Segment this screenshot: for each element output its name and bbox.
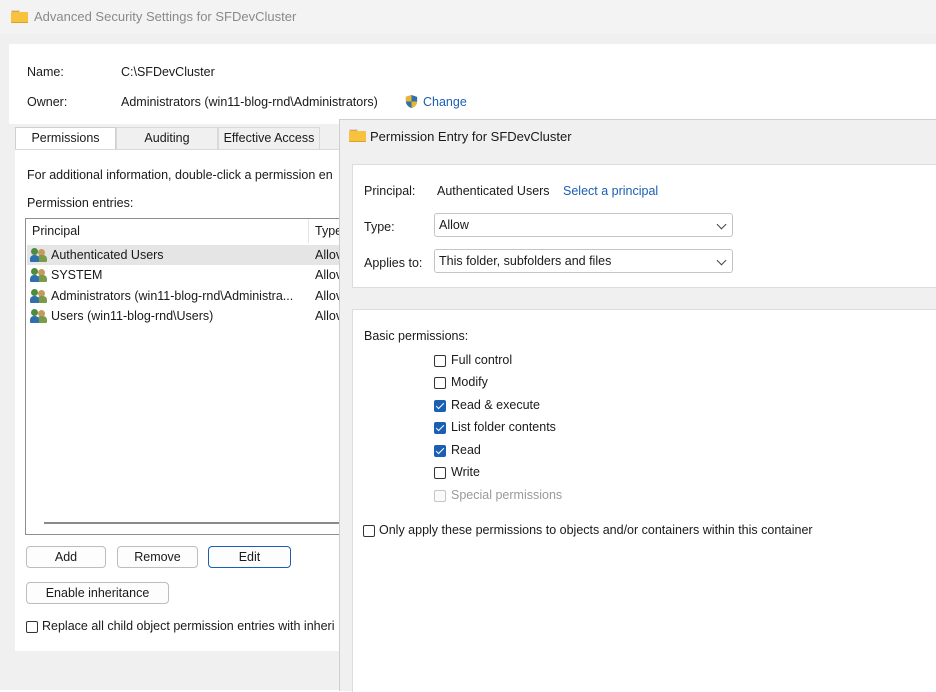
uac-shield-icon: [405, 94, 418, 109]
only-apply-label: Only apply these permissions to objects …: [379, 523, 813, 537]
special-permissions-label: Special permissions: [451, 488, 563, 502]
remove-button[interactable]: Remove: [117, 546, 198, 568]
chevron-down-icon: [716, 219, 727, 230]
owner-value: Administrators (win11-blog-rnd\Administr…: [121, 95, 378, 109]
principal-section: Principal: Authenticated Users Select a …: [352, 164, 936, 288]
applies-to-label: Applies to:: [364, 256, 423, 270]
only-apply-checkbox[interactable]: [363, 525, 375, 537]
name-value: C:\SFDevCluster: [121, 65, 215, 79]
horizontal-scrollbar[interactable]: [44, 522, 344, 524]
modify-label: Modify: [451, 375, 488, 389]
row-principal: SYSTEM: [51, 268, 103, 282]
name-label: Name:: [27, 65, 64, 79]
basic-permissions-label: Basic permissions:: [364, 329, 469, 343]
change-owner-link[interactable]: Change: [423, 95, 467, 109]
dialog-title: Permission Entry for SFDevCluster: [370, 129, 572, 144]
select-principal-link[interactable]: Select a principal: [563, 184, 658, 198]
edit-button[interactable]: Edit: [208, 546, 291, 568]
replace-child-entries-checkbox[interactable]: [26, 621, 38, 633]
applies-to-value: This folder, subfolders and files: [439, 254, 612, 268]
permission-entry-dialog: Permission Entry for SFDevCluster Princi…: [339, 119, 936, 692]
tab-effective-access[interactable]: Effective Access: [218, 127, 320, 150]
object-info-panel: [9, 44, 936, 124]
user-group-icon: [30, 309, 48, 323]
applies-to-dropdown[interactable]: This folder, subfolders and files: [434, 249, 733, 273]
write-checkbox[interactable]: [434, 467, 446, 479]
table-row[interactable]: Users (win11-blog-rnd\Users) Allov: [27, 306, 345, 326]
principal-value: Authenticated Users: [437, 184, 550, 198]
table-row[interactable]: SYSTEM Allov: [27, 265, 345, 285]
tab-auditing[interactable]: Auditing: [116, 127, 218, 150]
principal-label: Principal:: [364, 184, 416, 198]
type-label: Type:: [364, 220, 395, 234]
tab-permissions[interactable]: Permissions: [15, 127, 116, 151]
write-label: Write: [451, 465, 480, 479]
user-group-icon: [30, 289, 48, 303]
full-control-label: Full control: [451, 353, 513, 367]
type-value: Allow: [439, 218, 469, 232]
window-title: Advanced Security Settings for SFDevClus…: [34, 9, 297, 24]
chevron-down-icon: [716, 255, 727, 266]
list-folder-contents-label: List folder contents: [451, 420, 556, 434]
modify-checkbox[interactable]: [434, 377, 446, 389]
special-permissions-checkbox: [434, 490, 446, 502]
owner-label: Owner:: [27, 95, 68, 109]
user-group-icon: [30, 248, 48, 262]
table-row[interactable]: Administrators (win11-blog-rnd\Administr…: [27, 286, 345, 306]
info-text: For additional information, double-click…: [27, 168, 333, 182]
permission-entries-list[interactable]: Principal Type Authenticated Users Allov…: [25, 218, 347, 535]
folder-icon: [349, 129, 366, 142]
row-principal: Users (win11-blog-rnd\Users): [51, 309, 214, 323]
window-titlebar: Advanced Security Settings for SFDevClus…: [0, 0, 936, 34]
enable-inheritance-button[interactable]: Enable inheritance: [26, 582, 169, 604]
read-label: Read: [451, 443, 481, 457]
user-group-icon: [30, 268, 48, 282]
list-folder-contents-checkbox[interactable]: [434, 422, 446, 434]
read-execute-label: Read & execute: [451, 398, 540, 412]
row-principal: Authenticated Users: [51, 248, 164, 262]
permission-entries-label: Permission entries:: [27, 196, 134, 210]
column-header-principal[interactable]: Principal: [26, 219, 309, 243]
full-control-checkbox[interactable]: [434, 355, 446, 367]
add-button[interactable]: Add: [26, 546, 106, 568]
row-principal: Administrators (win11-blog-rnd\Administr…: [51, 289, 294, 303]
replace-child-entries-label: Replace all child object permission entr…: [42, 619, 335, 633]
folder-icon: [11, 10, 28, 23]
basic-permissions-section: Basic permissions: Full control Modify R…: [352, 309, 936, 692]
read-checkbox[interactable]: [434, 445, 446, 457]
read-execute-checkbox[interactable]: [434, 400, 446, 412]
table-row[interactable]: Authenticated Users Allov: [27, 245, 345, 265]
type-dropdown[interactable]: Allow: [434, 213, 733, 237]
